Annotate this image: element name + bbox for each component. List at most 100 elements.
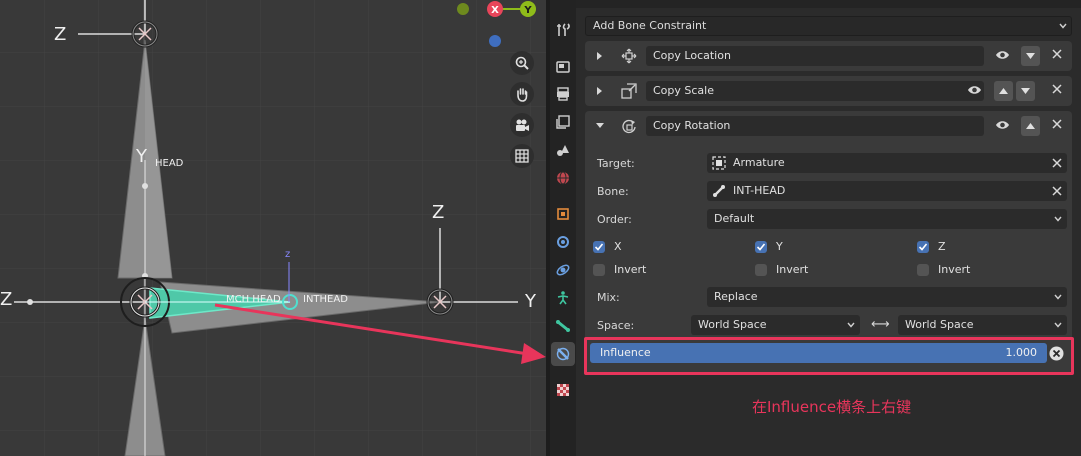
world-globe-icon [557, 171, 569, 185]
constraint-header[interactable]: Copy Location [585, 41, 1072, 71]
use-z-label: Z [938, 240, 946, 253]
orbit-icon [556, 264, 570, 276]
axis-label-z-left: Z [0, 289, 13, 310]
header-strip [576, 0, 1081, 8]
eye-icon[interactable] [967, 84, 982, 96]
navigation-gizmo[interactable]: X Y [450, 0, 546, 50]
hand-pan-icon[interactable] [510, 82, 534, 106]
bone-field[interactable]: INT-HEAD [707, 181, 1067, 201]
close-icon[interactable] [1052, 119, 1062, 129]
checkmark-icon [756, 243, 766, 251]
texture-tab[interactable] [551, 378, 575, 402]
use-x-checkbox[interactable] [593, 241, 605, 253]
close-icon[interactable] [1052, 49, 1062, 59]
axis-label-y-right: Y [525, 291, 536, 312]
owner-space-value: World Space [698, 318, 767, 331]
influence-highlight-box [584, 337, 1074, 375]
printer-icon [557, 87, 569, 101]
armature-object-icon [712, 156, 726, 170]
owner-space-select[interactable]: World Space [691, 315, 860, 335]
bone-value: INT-HEAD [733, 184, 786, 197]
use-z-checkbox[interactable] [917, 241, 929, 253]
constraint-header[interactable]: Copy Scale [585, 76, 1072, 106]
bone-icon [556, 320, 570, 332]
add-bone-constraint-label: Add Bone Constraint [593, 19, 707, 32]
expand-arrow-icon[interactable] [596, 52, 603, 60]
tool-tab[interactable] [551, 18, 575, 42]
bone-label-head: HEAD [155, 158, 184, 169]
mix-value: Replace [714, 290, 758, 303]
checkmark-icon [918, 243, 928, 251]
target-field[interactable]: Armature [707, 153, 1067, 173]
chevron-down-icon [1054, 294, 1062, 300]
chevron-down-icon [1054, 216, 1062, 222]
constraint-header[interactable]: Copy Rotation [585, 111, 1072, 141]
grid-icon[interactable] [510, 144, 534, 168]
invert-y-checkbox[interactable] [755, 264, 767, 276]
constraint-name-field[interactable]: Copy Scale [646, 81, 984, 101]
order-select[interactable]: Default [707, 209, 1067, 229]
scene-tab[interactable] [551, 138, 575, 162]
render-tab[interactable] [551, 54, 575, 78]
properties-editor: Add Bone Constraint Copy Location Copy S… [576, 0, 1081, 456]
constraint-panel-copy-location: Copy Location [585, 41, 1072, 71]
zoom-icon[interactable] [510, 51, 534, 75]
object-tab[interactable] [551, 202, 575, 226]
modifiers-tab[interactable] [551, 230, 575, 254]
move-down-button[interactable] [1021, 46, 1040, 66]
bone-icon [713, 185, 725, 197]
target-label: Target: [597, 157, 635, 170]
triangle-down-icon [1021, 88, 1030, 94]
bone-tab[interactable] [551, 314, 575, 338]
view-layer-tab[interactable] [551, 110, 575, 134]
invert-x-checkbox[interactable] [593, 264, 605, 276]
mix-label: Mix: [597, 291, 620, 304]
copy-rotation-icon [622, 119, 636, 134]
space-arrow-icon: ⟷ [871, 317, 890, 332]
properties-tab-bar [550, 0, 576, 456]
target-value: Armature [733, 156, 785, 169]
expand-arrow-icon[interactable] [596, 87, 603, 95]
bone-constraint-icon [556, 347, 570, 361]
eye-icon[interactable] [995, 119, 1010, 131]
axis-label-z-mid: Z [432, 202, 445, 223]
constraint-name-field[interactable]: Copy Location [646, 46, 984, 66]
move-down-button[interactable] [1016, 81, 1035, 101]
constraint-name-field[interactable]: Copy Rotation [646, 116, 984, 136]
physics-tab[interactable] [551, 258, 575, 282]
space-label: Space: [597, 319, 635, 332]
output-tab[interactable] [551, 82, 575, 106]
order-value: Default [714, 212, 755, 225]
move-up-button[interactable] [994, 81, 1013, 101]
render-camera-icon [556, 61, 570, 73]
move-up-button[interactable] [1021, 116, 1040, 136]
target-space-select[interactable]: World Space [898, 315, 1067, 335]
gizmo-y-label: Y [523, 5, 532, 16]
clear-target-icon[interactable] [1052, 158, 1062, 168]
use-y-label: Y [776, 240, 783, 253]
collapse-arrow-icon[interactable] [596, 122, 604, 129]
checker-texture-icon [557, 384, 569, 396]
mix-select[interactable]: Replace [707, 287, 1067, 307]
use-y-checkbox[interactable] [755, 241, 767, 253]
camera-icon[interactable] [510, 113, 534, 137]
copy-scale-icon [621, 83, 637, 99]
eye-icon[interactable] [995, 49, 1010, 61]
viewport-scene[interactable] [0, 0, 546, 456]
close-icon[interactable] [1052, 84, 1062, 94]
3d-viewport[interactable]: Z Y HEAD Z Y Z z MCH HEAD INTHEAD X Y [0, 0, 546, 456]
add-bone-constraint-dropdown[interactable]: Add Bone Constraint [585, 16, 1072, 36]
chevron-down-icon [1054, 322, 1062, 328]
bone-constraints-tab[interactable] [551, 342, 575, 366]
clear-bone-icon[interactable] [1052, 186, 1062, 196]
world-tab[interactable] [551, 166, 575, 190]
axis-label-z-top: Z [54, 24, 67, 45]
invert-y-label: Invert [776, 263, 809, 276]
scene-icon [557, 145, 569, 156]
object-data-tab[interactable] [551, 286, 575, 310]
use-x-label: X [614, 240, 622, 253]
copy-location-icon [621, 48, 637, 64]
armature-figure-icon [557, 291, 569, 305]
constraint-panel-copy-scale: Copy Scale [585, 76, 1072, 106]
invert-z-checkbox[interactable] [917, 264, 929, 276]
